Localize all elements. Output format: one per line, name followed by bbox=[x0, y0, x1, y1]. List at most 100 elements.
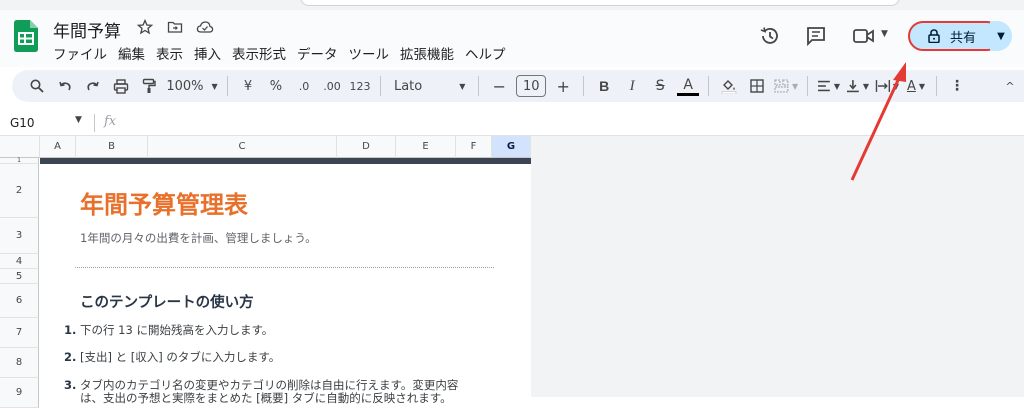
toolbar: 100% ▼ ¥ % .0 .00 123 Lato ▼ − 10 + B I S … bbox=[12, 70, 1024, 102]
meet-video-icon[interactable] bbox=[852, 27, 876, 45]
toolbar-divider bbox=[227, 76, 228, 96]
row-header-9[interactable]: 9 bbox=[0, 378, 39, 408]
row-header-7[interactable]: 7 bbox=[0, 318, 39, 348]
menu-file[interactable]: ファイル bbox=[53, 43, 113, 63]
toolbar-divider bbox=[583, 76, 585, 96]
comments-icon[interactable] bbox=[805, 25, 827, 47]
step-3-continued: は、支出の予想と実際をまとめた [概要] タブに自動的に反映されます。 bbox=[64, 390, 452, 406]
decrease-decimal-button[interactable]: .0 bbox=[293, 74, 315, 98]
currency-format-button[interactable]: ¥ bbox=[237, 74, 259, 98]
more-options-icon[interactable]: ⋮ bbox=[946, 74, 968, 98]
fill-color-icon[interactable] bbox=[718, 74, 740, 98]
sheet-title: 年間予算管理表 bbox=[80, 191, 248, 219]
percent-format-button[interactable]: % bbox=[265, 74, 287, 98]
sheet-subtitle: 1年間の月々の出費を計画、管理しましょう。 bbox=[80, 231, 317, 245]
menu-view[interactable]: 表示 bbox=[156, 43, 189, 63]
undo-icon[interactable] bbox=[54, 74, 76, 98]
row-header-4[interactable]: 4 bbox=[0, 254, 39, 269]
step-number: 1. bbox=[64, 323, 77, 337]
share-button[interactable]: 共有 bbox=[908, 21, 1002, 51]
toolbar-divider bbox=[708, 76, 710, 96]
chevron-down-icon: ▼ bbox=[997, 30, 1005, 42]
toolbar-divider bbox=[935, 76, 937, 96]
menu-data[interactable]: データ bbox=[297, 43, 344, 63]
column-header-e[interactable]: E bbox=[396, 136, 456, 158]
menu-help[interactable]: ヘルプ bbox=[465, 43, 512, 63]
text-rotation-icon[interactable]: A ▼ bbox=[905, 74, 927, 98]
menu-tools[interactable]: ツール bbox=[349, 43, 396, 63]
star-icon[interactable] bbox=[136, 18, 154, 36]
strikethrough-icon[interactable]: S bbox=[649, 74, 671, 98]
select-all-corner[interactable] bbox=[0, 136, 40, 158]
chevron-down-icon: ▼ bbox=[892, 81, 899, 91]
howto-heading: このテンプレートの使い方 bbox=[80, 295, 254, 311]
spreadsheet-grid[interactable]: A B C D E F G 1 2 3 4 5 6 7 8 9 年間予算管理表 … bbox=[0, 136, 531, 408]
step-1: 1. 下の行 13 に開始残高を入力します。 bbox=[64, 322, 273, 338]
menu-edit[interactable]: 編集 bbox=[118, 43, 151, 63]
menu-format[interactable]: 表示形式 bbox=[232, 43, 292, 63]
italic-icon[interactable]: I bbox=[621, 74, 643, 98]
chevron-down-icon: ▼ bbox=[833, 81, 841, 91]
sheets-logo-icon[interactable] bbox=[14, 20, 38, 52]
decrease-font-size-icon[interactable]: − bbox=[488, 74, 510, 98]
row-header-8[interactable]: 8 bbox=[0, 348, 39, 378]
step-number: 2. bbox=[64, 350, 77, 364]
formula-bar: G10 ▼ fx bbox=[0, 110, 1024, 136]
meet-dropdown-chevron-icon[interactable]: ▼ bbox=[881, 29, 888, 39]
empty-canvas-area bbox=[531, 136, 1024, 397]
font-size-input[interactable]: 10 bbox=[516, 75, 547, 97]
increase-font-size-icon[interactable]: + bbox=[552, 74, 574, 98]
font-family-value: Lato bbox=[393, 78, 423, 94]
paint-format-icon[interactable] bbox=[138, 74, 160, 98]
text-wrapping-icon[interactable]: ▼ bbox=[875, 74, 899, 98]
step-text: は、支出の予想と実際をまとめた [概要] タブに自動的に反映されます。 bbox=[80, 391, 452, 405]
column-header-g[interactable]: G bbox=[492, 136, 531, 158]
zoom-select[interactable]: 100% ▼ bbox=[166, 74, 218, 98]
menu-bar: ファイル 編集 表示 挿入 表示形式 データ ツール 拡張機能 ヘルプ bbox=[53, 43, 517, 63]
version-history-icon[interactable] bbox=[759, 25, 781, 47]
borders-icon[interactable] bbox=[746, 74, 768, 98]
collapse-menus-icon[interactable]: ^ bbox=[999, 74, 1021, 98]
header-band bbox=[40, 158, 531, 164]
print-icon[interactable] bbox=[110, 74, 132, 98]
column-header-b[interactable]: B bbox=[76, 136, 148, 158]
vertical-align-icon[interactable]: ▼ bbox=[846, 74, 869, 98]
redo-icon[interactable] bbox=[82, 74, 104, 98]
number-format-button[interactable]: 123 bbox=[349, 74, 371, 98]
chevron-down-icon: ▼ bbox=[211, 81, 218, 91]
toolbar-divider bbox=[379, 76, 381, 96]
chevron-down-icon: ▼ bbox=[918, 81, 926, 91]
cloud-saved-icon[interactable] bbox=[196, 18, 214, 36]
menu-insert[interactable]: 挿入 bbox=[194, 43, 227, 63]
text-color-icon[interactable]: A bbox=[677, 76, 700, 96]
address-bar-edge bbox=[300, 0, 900, 6]
row-header-6[interactable]: 6 bbox=[0, 284, 39, 318]
font-family-select[interactable]: Lato ▼ bbox=[390, 74, 469, 98]
column-header-f[interactable]: F bbox=[456, 136, 492, 158]
column-header-d[interactable]: D bbox=[337, 136, 396, 158]
row-header-3[interactable]: 3 bbox=[0, 218, 39, 254]
chevron-down-icon: ▼ bbox=[862, 81, 870, 91]
browser-top-strip bbox=[0, 0, 1024, 10]
row-header-5[interactable]: 5 bbox=[0, 269, 39, 284]
chevron-down-icon: ▼ bbox=[791, 81, 799, 91]
search-menus-icon[interactable] bbox=[26, 74, 48, 98]
horizontal-align-icon[interactable]: ▼ bbox=[817, 74, 840, 98]
step-text: 下の行 13 に開始残高を入力します。 bbox=[80, 323, 274, 337]
column-header-a[interactable]: A bbox=[40, 136, 76, 158]
rotation-a-icon: A bbox=[906, 78, 916, 94]
move-folder-icon[interactable] bbox=[166, 18, 184, 36]
column-header-c[interactable]: C bbox=[148, 136, 337, 158]
menu-extensions[interactable]: 拡張機能 bbox=[400, 43, 460, 63]
merge-cells-icon[interactable]: ▼ bbox=[774, 74, 798, 98]
bold-icon[interactable]: B bbox=[593, 74, 615, 98]
document-title[interactable]: 年間予算 bbox=[53, 17, 121, 42]
name-box[interactable]: G10 bbox=[10, 116, 35, 130]
increase-decimal-button[interactable]: .00 bbox=[321, 74, 343, 98]
step-2: 2. [支出] と [収入] のタブに入力します。 bbox=[64, 349, 280, 365]
formula-divider bbox=[94, 114, 95, 132]
name-box-dropdown-icon[interactable]: ▼ bbox=[75, 115, 82, 125]
row-header-2[interactable]: 2 bbox=[0, 164, 39, 218]
share-label: 共有 bbox=[950, 30, 977, 46]
zoom-value: 100% bbox=[166, 78, 204, 94]
